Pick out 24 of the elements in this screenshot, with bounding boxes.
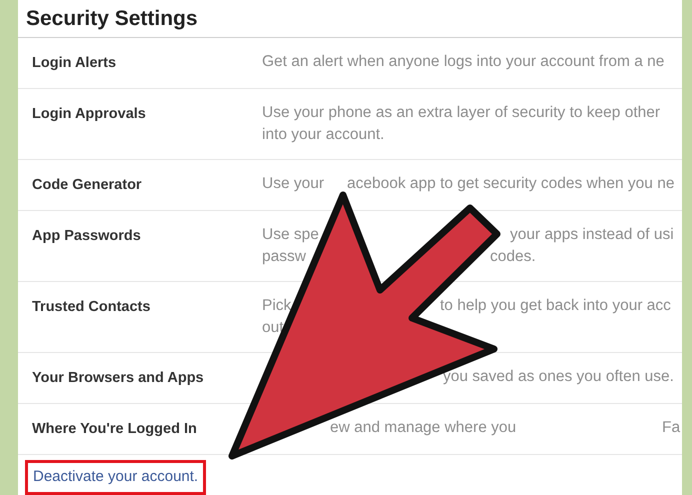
setting-description: Pick [262,296,292,316]
setting-description: out [262,318,284,338]
setting-description: Fa [662,418,680,438]
setting-description: passw [262,246,306,266]
setting-label[interactable]: Code Generator [32,176,142,192]
setting-label[interactable]: Login Alerts [32,54,116,70]
setting-description: Use your [262,174,324,194]
setting-description: Get an alert when anyone logs into your account from a ne [262,52,664,72]
setting-description: Use your phone as an extra layer of security to keep other [262,102,660,122]
setting-description: to help you get back into your acc [440,296,671,316]
setting-description: codes. [490,246,536,266]
setting-description: acebook app to get security codes when you ne [347,174,674,194]
setting-label[interactable]: Where You're Logged In [32,420,197,436]
setting-label[interactable]: Trusted Contacts [32,298,150,314]
setting-label[interactable]: App Passwords [32,228,141,244]
deactivate-link[interactable]: Deactivate your account. [25,460,206,495]
setting-description: into your account. [262,124,384,144]
setting-label[interactable]: Login Approvals [32,106,146,122]
setting-description: Use spe [262,224,319,244]
page-title: Security Settings [26,8,198,29]
setting-description: you saved as ones you often use. [443,366,674,386]
setting-description: ew and manage where you [330,418,516,438]
setting-label[interactable]: Your Browsers and Apps [32,370,204,386]
setting-description: your apps instead of usi [510,224,674,244]
